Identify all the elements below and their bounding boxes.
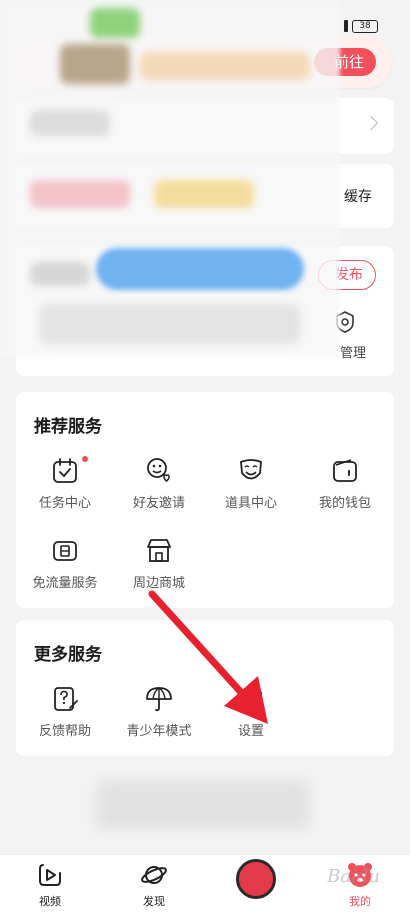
shop-item[interactable]: 周边商城 [112,536,206,591]
tab-label: 视频 [39,895,61,908]
svc-label: 我的钱包 [318,496,371,511]
blurred-content [96,780,310,830]
settings-icon [240,686,262,711]
feedback-help-item[interactable]: 反馈帮助 [18,684,112,739]
feedback-help-icon [54,687,78,711]
props-center-item[interactable]: 道具中心 [204,456,298,511]
friend-invite-item[interactable]: 好友邀请 [112,456,206,511]
blur-blob [40,304,300,344]
manage-label[interactable]: 管理 [340,342,366,361]
blur-blob [90,8,140,38]
friend-invite-icon [147,458,170,482]
tab-discover[interactable]: 发现 [124,861,184,909]
settings-item[interactable]: 设置 [204,684,298,739]
props-center-icon [240,459,262,480]
wallet-item[interactable]: 我的钱包 [298,456,392,511]
blur-blob [30,262,90,286]
watermark: Baidu [327,866,380,887]
blur-pill [96,248,304,290]
wallet-icon [333,459,357,482]
blur-blob [30,110,110,136]
section-title: 推荐服务 [34,417,102,437]
recommend-services-section: 推荐服务 任务中心 好友邀请 道具中心 我的钱包 免流量服务 周边商城 [16,392,394,608]
center-mascot-button[interactable] [236,859,276,899]
svc-label: 好友邀请 [132,496,185,511]
task-center-item[interactable]: 任务中心 [18,456,112,511]
blur-blob [140,52,310,80]
chevron-right-icon [363,115,379,131]
svc-label: 任务中心 [38,496,91,511]
blur-blob [30,180,130,208]
section-title: 更多服务 [34,645,102,665]
teen-mode-icon [146,687,172,712]
svc-label: 周边商城 [132,576,185,591]
svc-label: 反馈帮助 [38,724,91,739]
teen-mode-item[interactable]: 青少年模式 [112,684,206,739]
shop-icon [147,539,171,562]
tab-label: 我的 [349,895,371,908]
signal-icon [344,20,348,32]
planet-icon [141,866,167,884]
task-center-icon [53,458,77,483]
tab-label: 发现 [143,895,165,908]
video-icon [39,864,61,886]
blur-blob [154,180,254,208]
svc-label: 道具中心 [224,496,277,511]
blur-blob [60,44,130,84]
svc-label: 免流量服务 [32,576,98,591]
tab-video[interactable]: 视频 [20,861,80,909]
svc-label: 青少年模式 [126,724,192,739]
svc-label: 设置 [237,724,264,739]
free-data-item[interactable]: 免流量服务 [18,536,112,591]
cache-label[interactable]: 缓存 [344,186,372,206]
more-services-section: 更多服务 反馈帮助 青少年模式 设置 [16,620,394,756]
notification-dot [82,456,88,462]
battery-icon: 38 [352,20,378,33]
free-data-icon [53,541,77,561]
